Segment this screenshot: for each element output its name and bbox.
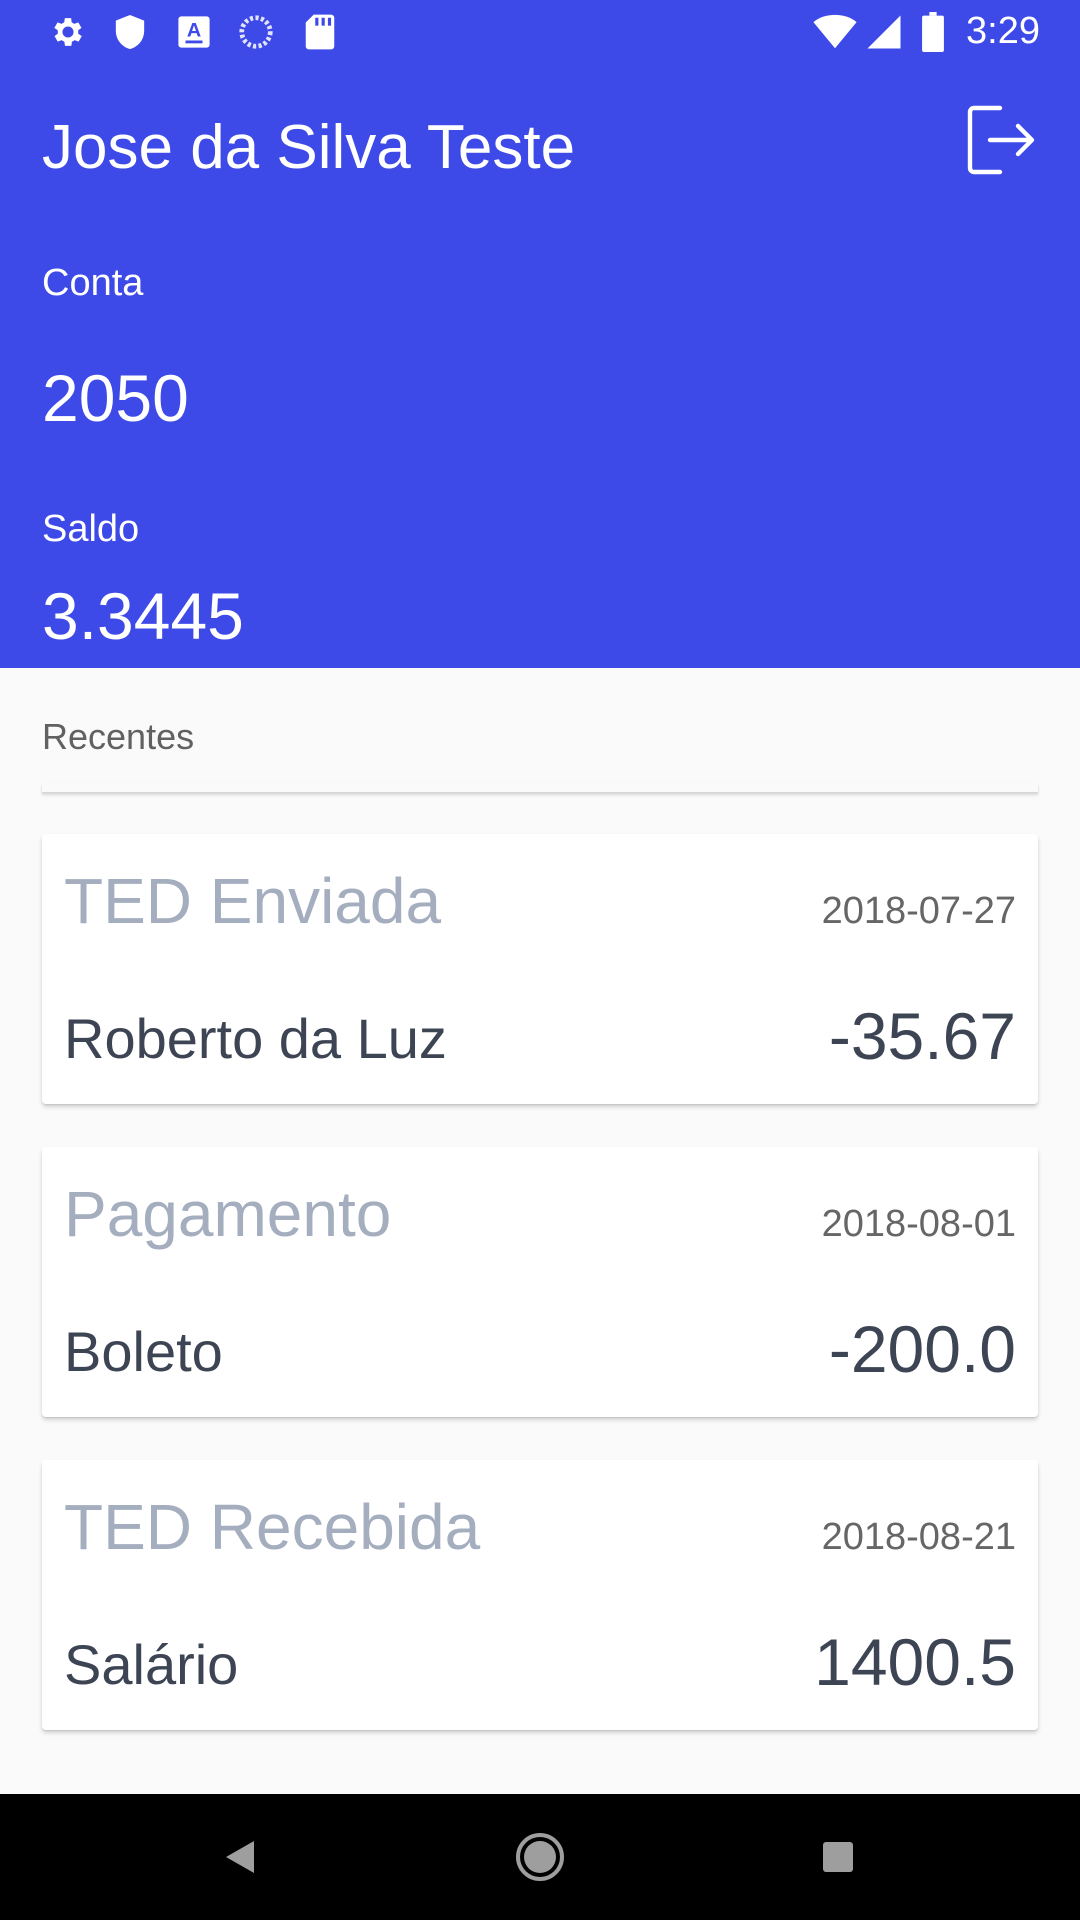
- logout-icon: [967, 105, 1035, 175]
- transaction-date: 2018-08-21: [821, 1516, 1016, 1558]
- transaction-name: Roberto da Luz: [64, 1007, 447, 1070]
- signal-icon: [864, 12, 904, 52]
- sd-card-icon: [300, 12, 340, 52]
- transaction-card[interactable]: TED Recebida 2018-08-21 Salário 1400.5: [42, 1460, 1038, 1730]
- balance-value: 3.3445: [42, 579, 244, 653]
- home-button[interactable]: [480, 1794, 600, 1920]
- status-bar: A 3:29: [0, 0, 1080, 64]
- transaction-type: Pagamento: [64, 1178, 392, 1250]
- battery-icon: [918, 12, 948, 52]
- transaction-amount: 1400.5: [814, 1625, 1016, 1699]
- svg-text:A: A: [187, 19, 201, 41]
- loading-icon: [236, 12, 276, 52]
- transaction-name: Boleto: [64, 1320, 223, 1383]
- font-icon: A: [174, 12, 214, 52]
- navigation-bar: [0, 1794, 1080, 1920]
- section-divider: [42, 784, 1038, 793]
- transaction-card[interactable]: TED Enviada 2018-07-27 Roberto da Luz -3…: [42, 834, 1038, 1104]
- transaction-type: TED Recebida: [64, 1491, 481, 1563]
- transaction-card[interactable]: Pagamento 2018-08-01 Boleto -200.0: [42, 1147, 1038, 1417]
- wifi-icon: [812, 12, 858, 52]
- transaction-name: Salário: [64, 1633, 239, 1696]
- user-name: Jose da Silva Teste: [42, 113, 576, 182]
- transaction-type: TED Enviada: [64, 865, 442, 937]
- back-button[interactable]: [180, 1794, 300, 1920]
- balance-label: Saldo: [42, 508, 140, 550]
- transaction-date: 2018-08-01: [821, 1203, 1016, 1245]
- shield-icon: [110, 12, 150, 52]
- recents-icon: [823, 1842, 853, 1872]
- recents-button[interactable]: [778, 1794, 898, 1920]
- status-time: 3:29: [966, 10, 1040, 52]
- transaction-amount: -200.0: [828, 1312, 1016, 1386]
- transaction-amount: -35.67: [828, 999, 1016, 1073]
- transaction-date: 2018-07-27: [821, 890, 1016, 932]
- account-label: Conta: [42, 262, 144, 304]
- back-icon: [226, 1841, 254, 1873]
- settings-icon: [48, 12, 88, 52]
- recent-section-title: Recentes: [42, 716, 195, 757]
- account-number: 2050: [42, 361, 189, 435]
- account-header: A 3:29 Jose da Silva Teste Conta 2050 Sa…: [0, 0, 1080, 668]
- logout-button[interactable]: [964, 100, 1036, 180]
- home-icon: [516, 1833, 564, 1881]
